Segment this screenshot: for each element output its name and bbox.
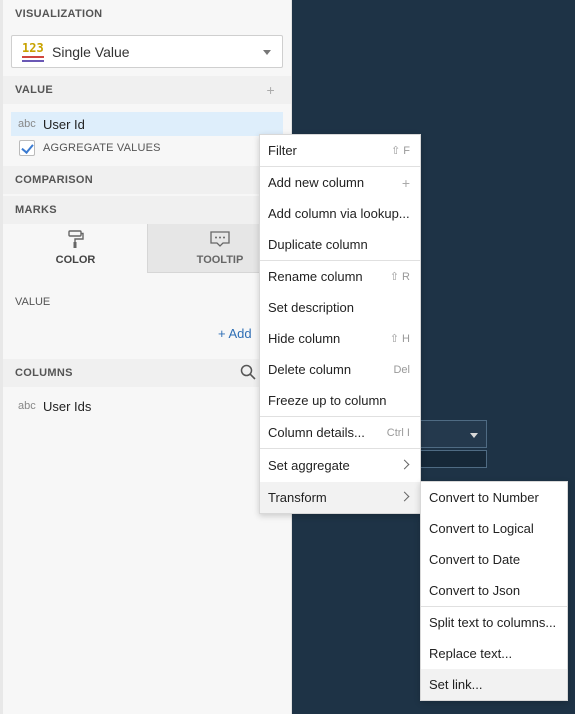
add-value-icon[interactable]: + [267, 83, 275, 97]
visualization-select-label: Single Value [52, 44, 130, 60]
column-context-menu: Filter ⇧ F Add new column + Add column v… [259, 134, 421, 514]
menu-item-label: Set description [268, 300, 354, 315]
chevron-down-icon [263, 50, 271, 55]
menu-item-rename-column[interactable]: Rename column ⇧ R [260, 261, 420, 292]
menu-item-label: Split text to columns... [429, 615, 557, 630]
columns-header-label: COLUMNS [15, 367, 73, 379]
chevron-right-icon [399, 491, 410, 502]
menu-item-split-text-to-columns[interactable]: Split text to columns... [421, 607, 567, 638]
value-header: VALUE + [3, 76, 291, 104]
visualization-header: VISUALIZATION [3, 0, 291, 28]
menu-item-convert-to-number[interactable]: Convert to Number [421, 482, 567, 513]
value-header-label: VALUE [15, 84, 53, 96]
menu-item-label: Column details... [268, 425, 365, 440]
menu-item-convert-to-json[interactable]: Convert to Json [421, 575, 567, 606]
marks-header: MARKS [3, 196, 291, 224]
menu-item-add-column-via-lookup[interactable]: Add column via lookup... [260, 198, 420, 229]
shortcut-hint: ⇧ H [389, 333, 410, 345]
menu-item-label: Convert to Logical [429, 521, 534, 536]
menu-item-convert-to-logical[interactable]: Convert to Logical [421, 513, 567, 544]
value-field-name: User Id [43, 116, 85, 132]
marks-value-label: VALUE [15, 296, 51, 308]
menu-item-label: Set link... [429, 677, 483, 692]
column-item-name: User Ids [43, 399, 92, 414]
menu-item-label: Add column via lookup... [268, 206, 410, 221]
shortcut-hint: ⇧ R [389, 271, 410, 283]
aggregate-values-label: AGGREGATE VALUES [43, 142, 161, 154]
menu-item-set-link[interactable]: Set link... [421, 669, 567, 700]
single-value-icon-glyph: 123 [22, 41, 44, 55]
menu-item-freeze-up-to-column[interactable]: Freeze up to column [260, 385, 420, 416]
canvas-dropdown[interactable] [420, 420, 487, 448]
menu-item-hide-column[interactable]: Hide column ⇧ H [260, 323, 420, 354]
menu-item-label: Convert to Json [429, 583, 521, 598]
plus-icon: + [401, 174, 410, 191]
menu-item-convert-to-date[interactable]: Convert to Date [421, 544, 567, 575]
comparison-header[interactable]: COMPARISON [3, 166, 291, 194]
menu-item-column-details[interactable]: Column details... Ctrl I [260, 417, 420, 448]
menu-item-delete-column[interactable]: Delete column Del [260, 354, 420, 385]
visualization-select[interactable]: 123 Single Value [11, 35, 283, 68]
menu-item-add-new-column[interactable]: Add new column + [260, 167, 420, 198]
panel-edge [0, 0, 3, 714]
single-value-icon: 123 [21, 41, 45, 63]
comparison-header-label: COMPARISON [15, 174, 93, 186]
menu-item-label: Replace text... [429, 646, 513, 661]
column-item[interactable]: abc User Ids [11, 396, 271, 418]
menu-item-duplicate-column[interactable]: Duplicate column [260, 229, 420, 260]
menu-item-label: Transform [268, 490, 327, 505]
visualization-header-label: VISUALIZATION [15, 8, 103, 20]
shortcut-hint: Ctrl I [386, 426, 410, 439]
menu-item-transform[interactable]: Transform [260, 482, 420, 513]
shortcut-hint: Del [393, 363, 410, 376]
tab-color-label: COLOR [55, 254, 96, 266]
menu-item-replace-text[interactable]: Replace text... [421, 638, 567, 669]
menu-item-label: Filter [268, 143, 297, 158]
menu-item-label: Rename column [268, 269, 363, 284]
menu-item-label: Set aggregate [268, 458, 350, 473]
add-mark-link[interactable]: + Add [218, 326, 252, 341]
canvas-field-bar [420, 450, 487, 468]
menu-item-set-aggregate[interactable]: Set aggregate [260, 450, 420, 481]
menu-item-filter[interactable]: Filter ⇧ F [260, 135, 420, 166]
menu-item-set-description[interactable]: Set description [260, 292, 420, 323]
transform-submenu: Convert to Number Convert to Logical Con… [420, 481, 568, 701]
menu-item-label: Add new column [268, 175, 365, 190]
menu-item-label: Duplicate column [268, 237, 368, 252]
chart-config-panel [0, 0, 292, 714]
text-type-icon: abc [18, 400, 36, 412]
text-type-icon: abc [18, 118, 36, 130]
menu-item-label: Convert to Date [429, 552, 521, 567]
aggregate-values-checkbox[interactable] [19, 140, 35, 156]
shortcut-hint: ⇧ F [391, 145, 410, 157]
marks-header-label: MARKS [15, 204, 57, 216]
search-icon[interactable] [240, 364, 256, 380]
menu-item-label: Convert to Number [429, 490, 539, 505]
paint-roller-icon [3, 230, 148, 248]
menu-item-label: Hide column [268, 331, 341, 346]
chevron-right-icon [399, 459, 410, 470]
menu-item-label: Freeze up to column [268, 393, 387, 408]
tab-color[interactable]: COLOR [3, 224, 148, 273]
menu-item-label: Delete column [268, 362, 352, 377]
value-field[interactable]: abc User Id [11, 112, 283, 136]
chevron-down-icon [470, 433, 478, 438]
